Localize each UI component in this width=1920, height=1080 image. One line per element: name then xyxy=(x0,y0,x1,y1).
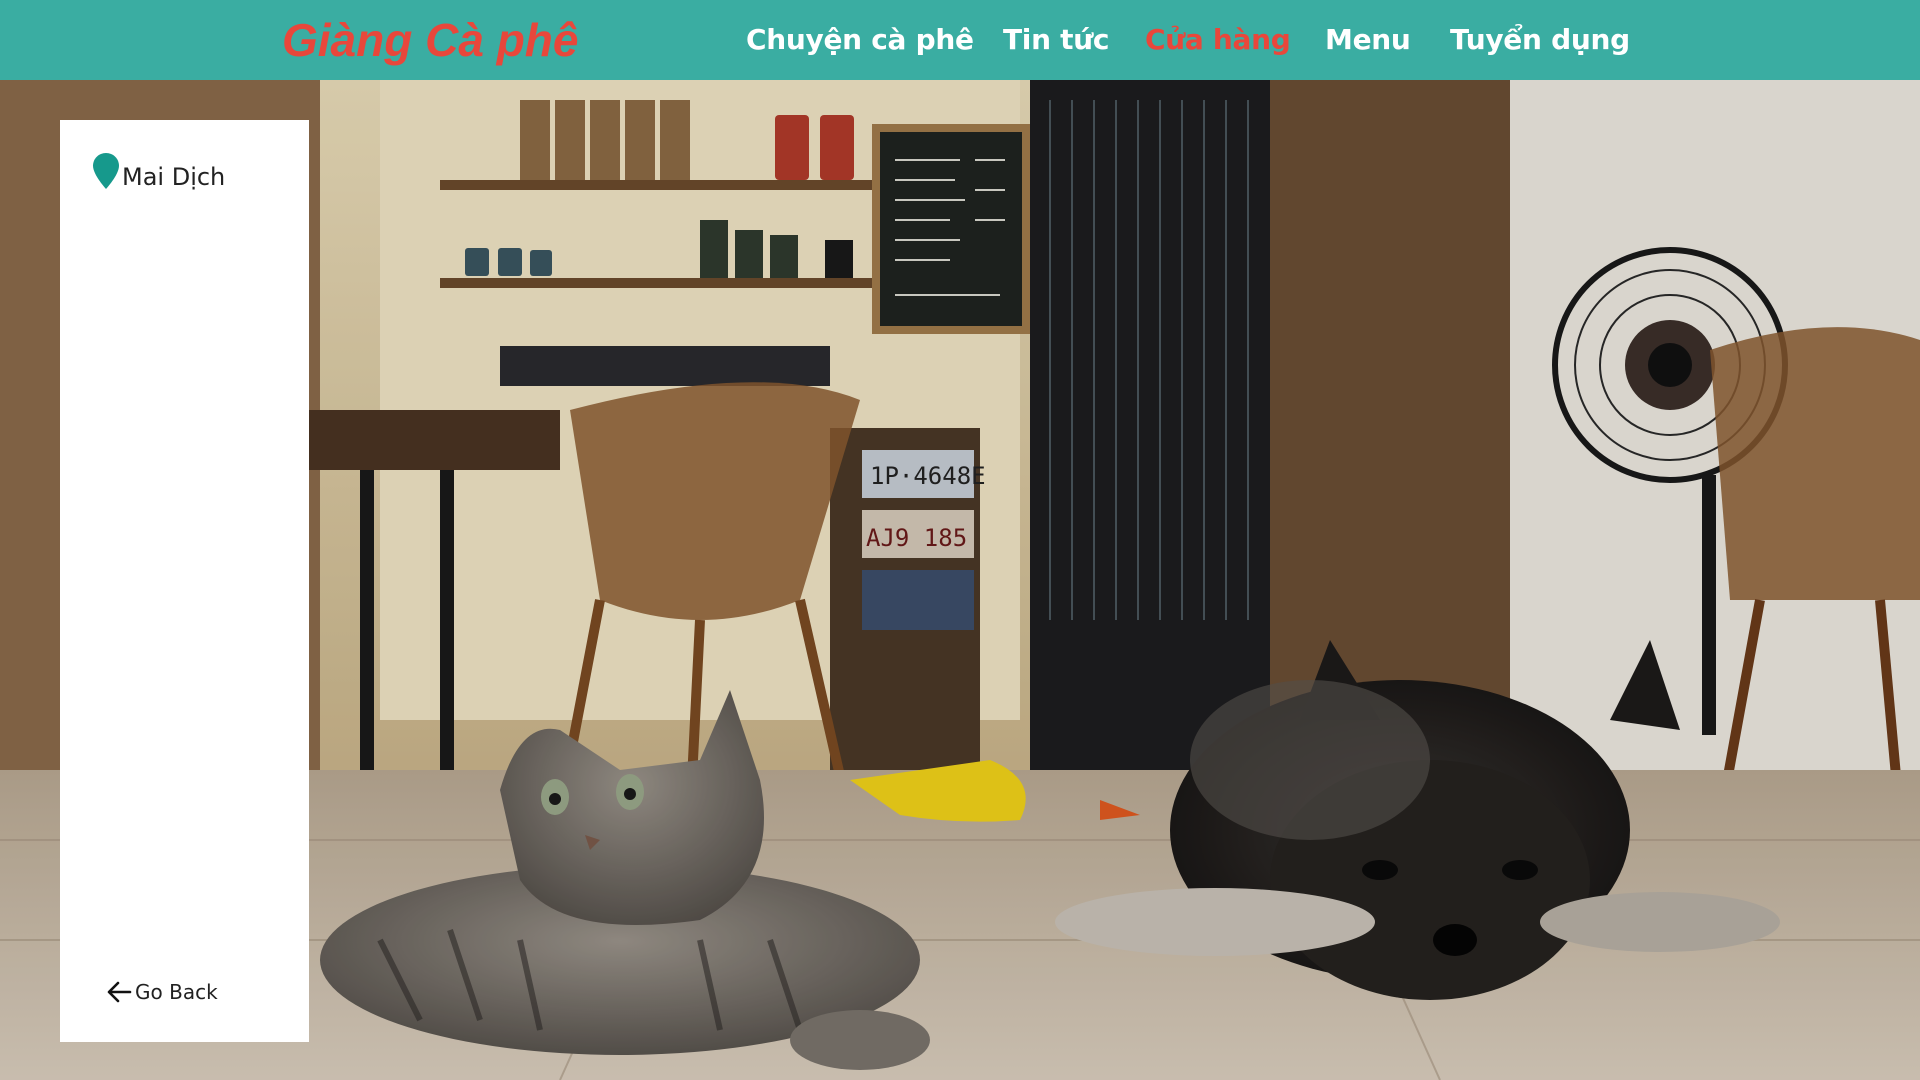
store-location-item[interactable]: Mai Dịch xyxy=(92,152,226,191)
top-navbar: Giàng Cà phê Chuyện cà phê Tin tức Cửa h… xyxy=(0,0,1920,80)
nav-link-chuyen-ca-phe[interactable]: Chuyện cà phê xyxy=(746,20,974,60)
store-location-label: Mai Dịch xyxy=(122,163,226,191)
arrow-left-icon xyxy=(105,978,133,1006)
brand-logo[interactable]: Giàng Cà phê xyxy=(282,10,578,70)
store-side-panel: Mai Dịch Go Back xyxy=(60,120,309,1042)
nav-link-menu[interactable]: Menu xyxy=(1325,20,1411,60)
go-back-label: Go Back xyxy=(135,980,218,1004)
nav-link-tin-tuc[interactable]: Tin tức xyxy=(1003,20,1110,60)
map-pin-icon xyxy=(92,152,120,190)
nav-link-cua-hang[interactable]: Cửa hàng xyxy=(1145,20,1291,60)
nav-link-tuyen-dung[interactable]: Tuyển dụng xyxy=(1450,20,1630,60)
go-back-button[interactable]: Go Back xyxy=(105,978,218,1006)
